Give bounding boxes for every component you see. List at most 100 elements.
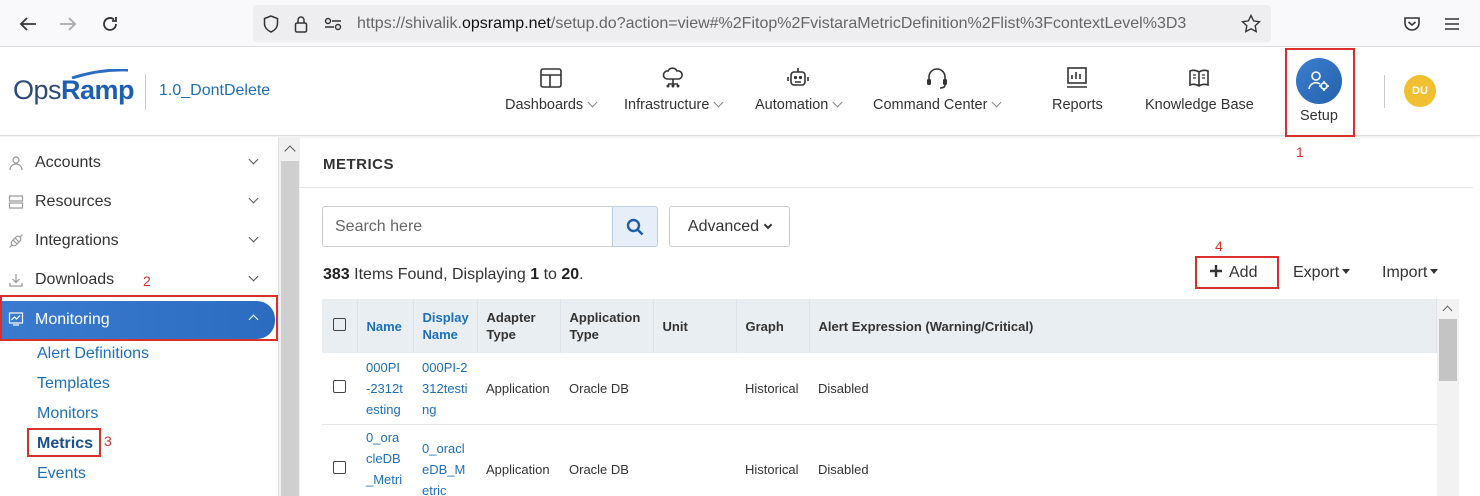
cell-unit [653,353,736,425]
chevron-down-icon [248,193,259,204]
cloud-network-icon [662,67,684,88]
nav-command-center[interactable]: Command Center [873,65,1002,125]
scroll-up-icon[interactable] [1442,305,1453,316]
select-all-cell[interactable] [322,299,358,353]
annotation-box-monitoring [0,295,278,341]
sidebar-subitem-alert-definitions[interactable]: Alert Definitions [37,345,149,363]
cell-adapter-type: Application [477,353,560,425]
row-checkbox[interactable] [333,460,346,474]
table-row[interactable]: 000PI-2312testing 000PI-2312testing Appl… [322,353,1437,425]
page-title: METRICS [323,156,394,173]
nav-label: Automation [755,97,829,113]
sidebar-item-resources[interactable]: Resources [0,184,275,220]
sidebar-scrollbar[interactable] [278,137,300,496]
forward-arrow-icon[interactable] [56,12,80,36]
robot-icon [787,68,809,86]
search-icon [626,218,644,235]
back-arrow-icon[interactable] [16,12,40,36]
metric-display-link[interactable]: 000PI-2312testing [422,360,468,417]
column-header-name[interactable]: Name [357,299,414,353]
add-button[interactable]: Add [1209,264,1257,282]
pocket-icon[interactable] [1400,12,1424,36]
chevron-down-icon [248,154,259,165]
cell-display-name[interactable]: 000PI-2312testing [413,353,477,425]
caret-down-icon [1342,269,1351,274]
reload-icon[interactable] [98,12,122,36]
plus-icon [1210,265,1222,277]
sidebar-item-downloads[interactable]: Downloads [0,262,275,298]
export-dropdown[interactable]: Export [1293,264,1351,282]
search-button[interactable] [612,206,658,247]
tenant-name[interactable]: 1.0_DontDelete [159,82,270,100]
lock-icon[interactable] [289,12,313,36]
sidebar-item-label: Downloads [35,271,115,288]
advanced-search-button[interactable]: Advanced [669,206,790,247]
url-text: https://shivalik.opsramp.net/setup.do?ac… [357,15,1187,32]
cell-name[interactable]: 0_oracleDB_Metric [357,424,413,496]
cell-alert-expression: Disabled [809,424,1437,496]
sidebar-item-integrations[interactable]: Integrations [0,223,275,259]
dashboard-icon [539,68,562,88]
cell-name[interactable]: 000PI-2312testing [357,353,413,425]
sidebar-subitem-templates[interactable]: Templates [37,375,110,393]
sidebar-subitem-events[interactable]: Events [37,465,86,483]
annotation-label-1: 1 [1296,144,1304,160]
divider [300,187,1473,188]
row-select-cell[interactable] [322,424,357,496]
annotation-label-4: 4 [1215,238,1223,254]
column-header-unit: Unit [653,299,737,353]
nav-label: Infrastructure [624,97,710,113]
select-all-checkbox[interactable] [332,317,346,331]
chevron-down-icon [832,97,843,108]
metric-display-link[interactable]: 0_oracleDB_Metric [422,441,465,496]
export-label: Export [1293,264,1340,281]
menu-icon[interactable] [1440,12,1464,36]
import-dropdown[interactable]: Import [1382,264,1439,282]
permissions-icon[interactable] [321,12,345,36]
cell-adapter-type: Application [477,424,560,496]
url-bar[interactable]: https://shivalik.opsramp.net/setup.do?ac… [253,5,1271,42]
column-header-display-name[interactable]: Display Name [413,299,478,353]
opsramp-logo[interactable]: OpsRamp [13,75,135,106]
sidebar-subitem-monitors[interactable]: Monitors [37,405,98,423]
column-header-application-type: Application Type [560,299,654,353]
nav-infrastructure[interactable]: Infrastructure [624,65,724,125]
nav-label: Knowledge Base [1145,97,1254,113]
logo-swoosh-icon [71,69,129,79]
row-checkbox[interactable] [333,379,346,393]
bookmark-star-icon[interactable] [1239,12,1263,36]
scrollbar-thumb[interactable] [281,161,299,496]
app-header: OpsRamp 1.0_DontDelete Dashboards Infras… [0,47,1480,136]
scrollbar-thumb[interactable] [1439,319,1457,381]
cell-display-name[interactable]: 0_oracleDB_Metric [413,424,477,496]
table-scrollbar[interactable] [1437,299,1459,496]
user-icon [9,156,23,171]
book-icon [1189,69,1210,87]
metric-name-link[interactable]: 0_oracleDB_Metric [366,430,402,496]
avatar[interactable]: DU [1404,75,1436,107]
annotation-box-setup [1285,48,1355,137]
nav-dashboards[interactable]: Dashboards [505,65,598,125]
annotation-box-metrics [27,428,101,457]
table-row[interactable]: 0_oracleDB_Metric 0_oracleDB_Metric Appl… [322,424,1437,496]
column-header-adapter-type: Adapter Type [477,299,561,353]
nav-knowledge-base[interactable]: Knowledge Base [1145,65,1254,125]
nav-label: Dashboards [505,97,584,113]
advanced-label: Advanced [687,217,760,235]
sidebar: Accounts Resources Integrations Download… [0,137,280,496]
column-header-alert-expression: Alert Expression (Warning/Critical) [809,299,1437,353]
metric-name-link[interactable]: 000PI-2312testing [366,360,403,417]
nav-automation[interactable]: Automation [755,65,843,125]
sidebar-item-accounts[interactable]: Accounts [0,145,275,181]
caret-down-icon [1430,269,1439,274]
annotation-label-3: 3 [104,433,112,449]
shield-icon[interactable] [259,12,283,36]
nav-reports[interactable]: Reports [1052,65,1103,125]
annotation-label-2: 2 [143,273,151,289]
sidebar-item-label: Resources [35,193,112,210]
cell-application-type: Oracle DB [560,353,653,425]
row-select-cell[interactable] [322,353,357,425]
scroll-up-icon[interactable] [284,145,296,157]
search-input[interactable] [322,206,613,247]
header-divider [145,74,146,110]
